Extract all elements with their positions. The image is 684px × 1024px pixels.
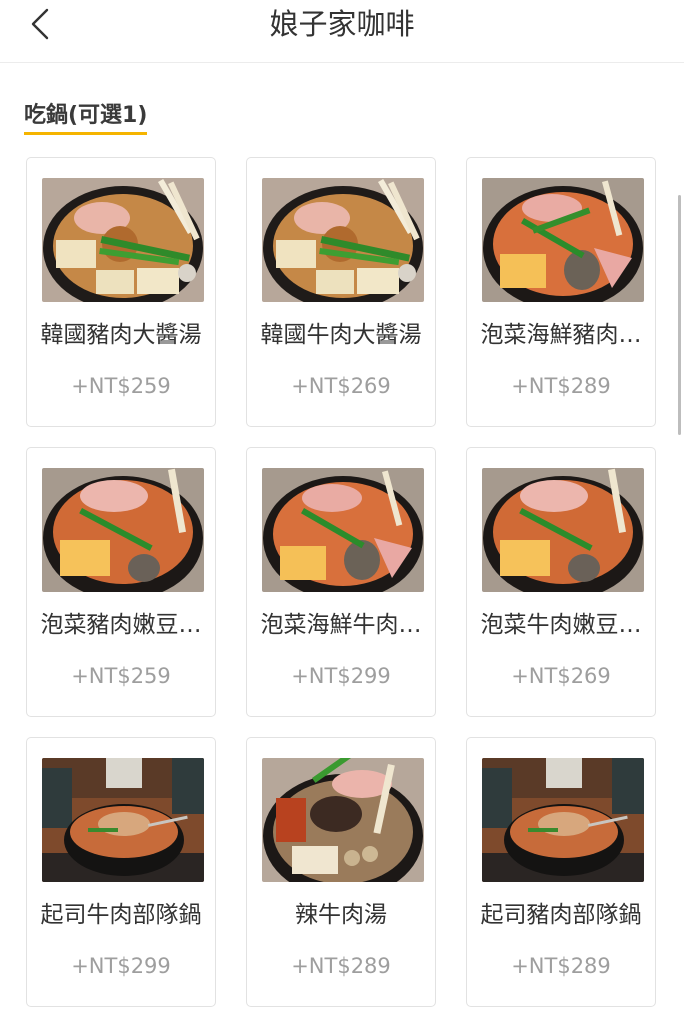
item-card[interactable]: 起司豬肉部隊鍋 +NT$289 (466, 737, 656, 1007)
item-price: +NT$259 (71, 374, 171, 398)
item-grid: 韓國豬肉大醬湯 +NT$259 韓國牛肉大醬湯 +NT$269 泡菜海鮮豬肉… … (0, 0, 684, 1024)
item-image (262, 758, 424, 882)
item-price: +NT$259 (71, 664, 171, 688)
item-image (42, 178, 204, 302)
item-card[interactable]: 泡菜豬肉嫩豆… +NT$259 (26, 447, 216, 717)
item-name: 泡菜豬肉嫩豆… (40, 612, 202, 638)
item-name: 辣牛肉湯 (295, 902, 387, 928)
item-image (482, 178, 644, 302)
item-price: +NT$289 (511, 954, 611, 978)
item-name: 韓國豬肉大醬湯 (40, 322, 202, 348)
item-card[interactable]: 泡菜牛肉嫩豆… +NT$269 (466, 447, 656, 717)
item-price: +NT$289 (511, 374, 611, 398)
item-price: +NT$299 (291, 664, 391, 688)
item-name: 泡菜海鮮牛肉… (260, 612, 422, 638)
item-image (262, 468, 424, 592)
vertical-scrollbar[interactable] (678, 195, 681, 435)
item-image (482, 468, 644, 592)
item-price: +NT$299 (71, 954, 171, 978)
item-name: 起司豬肉部隊鍋 (480, 902, 642, 928)
item-card[interactable]: 韓國牛肉大醬湯 +NT$269 (246, 157, 436, 427)
item-name: 起司牛肉部隊鍋 (40, 902, 202, 928)
item-price: +NT$269 (511, 664, 611, 688)
item-image (482, 758, 644, 882)
item-card[interactable]: 泡菜海鮮牛肉… +NT$299 (246, 447, 436, 717)
item-card[interactable]: 起司牛肉部隊鍋 +NT$299 (26, 737, 216, 1007)
item-image (42, 468, 204, 592)
item-price: +NT$269 (291, 374, 391, 398)
item-card[interactable]: 辣牛肉湯 +NT$289 (246, 737, 436, 1007)
item-name: 韓國牛肉大醬湯 (260, 322, 422, 348)
item-price: +NT$289 (291, 954, 391, 978)
item-card[interactable]: 泡菜海鮮豬肉… +NT$289 (466, 157, 656, 427)
item-name: 泡菜牛肉嫩豆… (480, 612, 642, 638)
item-name: 泡菜海鮮豬肉… (480, 322, 642, 348)
item-image (42, 758, 204, 882)
item-image (262, 178, 424, 302)
item-card[interactable]: 韓國豬肉大醬湯 +NT$259 (26, 157, 216, 427)
